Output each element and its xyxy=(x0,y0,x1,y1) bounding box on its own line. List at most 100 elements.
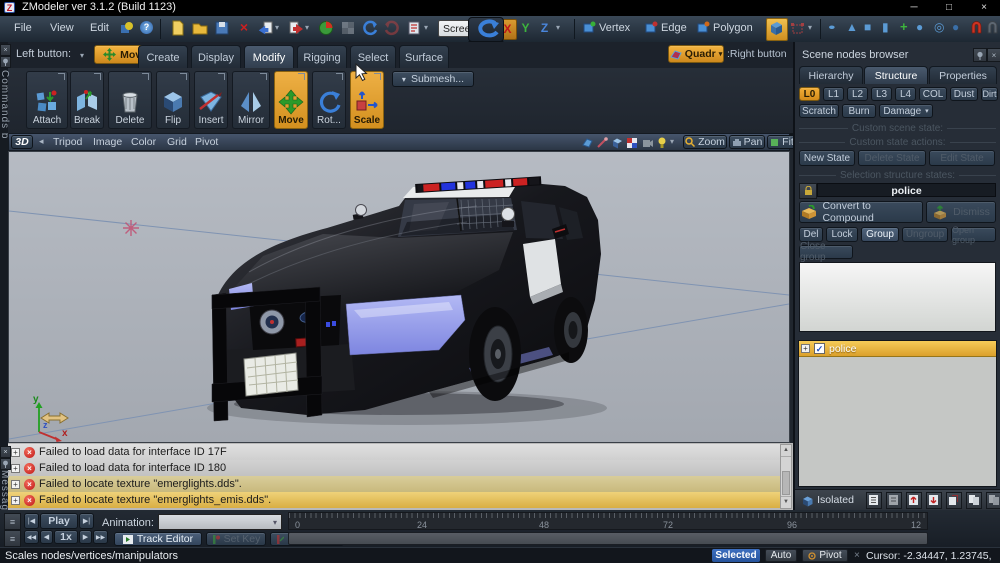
toolbar-overflow-icon[interactable]: ▾ xyxy=(424,23,428,32)
minimize-button[interactable]: ─ xyxy=(898,0,930,15)
snap-magnet-icon[interactable] xyxy=(970,20,983,35)
group-button[interactable]: Group xyxy=(861,227,899,242)
pan-button[interactable]: Pan xyxy=(729,135,765,149)
import-dropdown-icon[interactable]: ▾ xyxy=(275,23,279,32)
set-key-button[interactable]: Set Key xyxy=(206,532,266,546)
node-visibility-checkbox[interactable]: ✓ xyxy=(814,343,825,354)
track-editor-button[interactable]: Track Editor xyxy=(114,532,202,546)
copy-nodes-icon[interactable] xyxy=(946,492,962,509)
state-scratch-button[interactable]: Scratch xyxy=(799,104,839,118)
primitive-cylinder-icon[interactable]: ▮ xyxy=(882,20,889,34)
new-file-icon[interactable] xyxy=(170,20,186,36)
scroll-thumb[interactable] xyxy=(782,471,790,495)
anim-panel-icon2[interactable]: ≡ xyxy=(4,530,21,547)
panel-close-icon[interactable]: × xyxy=(987,48,1000,62)
expand-icon[interactable]: + xyxy=(11,496,20,505)
object-mode-button[interactable] xyxy=(766,18,788,41)
expand-corner-icon[interactable] xyxy=(298,73,305,80)
state-COL-button[interactable]: COL xyxy=(919,87,947,101)
delete-state-button[interactable]: Delete State xyxy=(858,150,926,166)
reload-icon[interactable] xyxy=(406,20,422,36)
viewport-3d[interactable]: y x z xyxy=(8,151,790,443)
viewport-type-button[interactable]: 3D xyxy=(11,135,33,149)
expand-corner-icon[interactable] xyxy=(218,73,225,80)
viewport-collapse-icon[interactable]: ◂ xyxy=(39,136,44,147)
tool-insert[interactable]: Insert xyxy=(194,71,228,129)
close-group-button[interactable]: Close group xyxy=(799,245,853,259)
polygon-mode-button[interactable]: Polygon xyxy=(713,22,753,34)
state-damage-button[interactable]: Damage ▾ xyxy=(879,104,933,118)
commands-close-icon[interactable]: × xyxy=(0,44,11,56)
pivot-button[interactable]: Pivot xyxy=(802,549,848,562)
viewport-menu-pivot[interactable]: Pivot xyxy=(195,136,218,148)
scroll-up-icon[interactable]: ▲ xyxy=(781,445,791,457)
anim-panel-icon[interactable]: ≡ xyxy=(4,513,21,530)
export-dropdown-icon[interactable]: ▾ xyxy=(305,23,309,32)
rewind-button[interactable]: ◀◀ xyxy=(24,530,39,544)
menu-view[interactable]: View xyxy=(50,22,74,34)
go-end-button[interactable]: ▶| xyxy=(79,513,94,529)
settings-icon[interactable] xyxy=(120,21,134,35)
list-view-icon[interactable] xyxy=(866,492,882,509)
message-row[interactable]: + × Failed to load data for interface ID… xyxy=(8,460,780,476)
lock-button[interactable]: Lock xyxy=(826,227,858,242)
messages-scrollbar[interactable]: ▲ ▼ xyxy=(780,444,792,509)
textured-view-icon[interactable] xyxy=(626,136,639,149)
redo-icon[interactable] xyxy=(384,20,400,36)
fast-fwd-button[interactable]: ▶▶ xyxy=(93,530,108,544)
expand-icon[interactable]: + xyxy=(11,448,20,457)
expand-corner-icon[interactable] xyxy=(336,73,343,80)
vertex-mode-button[interactable]: Vertex xyxy=(599,22,630,34)
message-row[interactable]: + × Failed to locate texture "emerglight… xyxy=(8,476,780,492)
state-L0-button[interactable]: L0 xyxy=(799,87,820,101)
node-name-field[interactable]: police xyxy=(817,183,996,197)
wireframe-icon[interactable] xyxy=(596,136,609,149)
step-back-button[interactable]: ◀ xyxy=(40,530,53,544)
tool-rotate[interactable]: Rot... xyxy=(312,71,346,129)
right-mode-button[interactable]: Quadr ▾ xyxy=(668,45,724,63)
save-icon[interactable] xyxy=(214,20,230,36)
panel-pin-icon[interactable] xyxy=(973,48,987,62)
tool-attach[interactable]: Attach xyxy=(26,71,68,129)
menu-edit[interactable]: Edit xyxy=(90,22,109,34)
primitive-helper-icon[interactable]: + xyxy=(900,19,908,34)
expand-corner-icon[interactable] xyxy=(260,73,267,80)
tool-delete[interactable]: Delete xyxy=(108,71,152,129)
expand-corner-icon[interactable] xyxy=(94,73,101,80)
maximize-button[interactable]: □ xyxy=(933,0,965,15)
primitive-disc-icon[interactable]: ● xyxy=(828,22,836,31)
axis-y-button[interactable]: Y xyxy=(517,19,534,38)
dismiss-button[interactable]: Dismiss xyxy=(926,201,996,223)
state-dust-button[interactable]: Dust xyxy=(950,87,978,101)
message-row[interactable]: + × Failed to load data for interface ID… xyxy=(8,444,780,460)
primitive-box-icon[interactable]: ■ xyxy=(864,20,871,34)
axis-z-button[interactable]: Z xyxy=(536,19,553,38)
undo-icon[interactable] xyxy=(362,20,378,36)
snap-magnet2-icon[interactable] xyxy=(986,20,999,35)
solid-view-icon[interactable] xyxy=(611,136,624,149)
speed-button[interactable]: 1x xyxy=(54,530,78,544)
state-L2-button[interactable]: L2 xyxy=(847,87,868,101)
tool-break[interactable]: Break xyxy=(70,71,104,129)
auto-button[interactable]: Auto xyxy=(765,549,797,562)
help-icon[interactable]: ? xyxy=(140,21,153,34)
messages-panel-label[interactable]: Messagi xyxy=(0,470,10,514)
delete-file-icon[interactable]: × xyxy=(236,19,252,35)
step-fwd-button[interactable]: ▶ xyxy=(79,530,92,544)
open-group-button[interactable]: Open group xyxy=(951,227,996,242)
messages-pin-icon[interactable] xyxy=(0,458,11,470)
paste-nodes-icon[interactable] xyxy=(966,492,982,509)
import-nodes-icon[interactable] xyxy=(906,492,922,509)
expand-corner-icon[interactable] xyxy=(374,73,381,80)
tool-flip[interactable]: Flip xyxy=(156,71,190,129)
material-browser-icon[interactable] xyxy=(318,20,334,36)
primitive-cone-icon[interactable]: ▲ xyxy=(846,20,858,34)
scroll-down-icon[interactable]: ▼ xyxy=(781,496,791,508)
import-icon[interactable] xyxy=(258,20,274,36)
selected-mode-badge[interactable]: Selected xyxy=(712,549,760,562)
left-button-dropdown-icon[interactable]: ▾ xyxy=(80,51,84,60)
primitive-torus-icon[interactable]: ◎ xyxy=(934,20,944,34)
light-icon[interactable] xyxy=(656,136,669,149)
viewport-menu-grid[interactable]: Grid xyxy=(167,136,187,148)
expand-corner-icon[interactable] xyxy=(142,73,149,80)
